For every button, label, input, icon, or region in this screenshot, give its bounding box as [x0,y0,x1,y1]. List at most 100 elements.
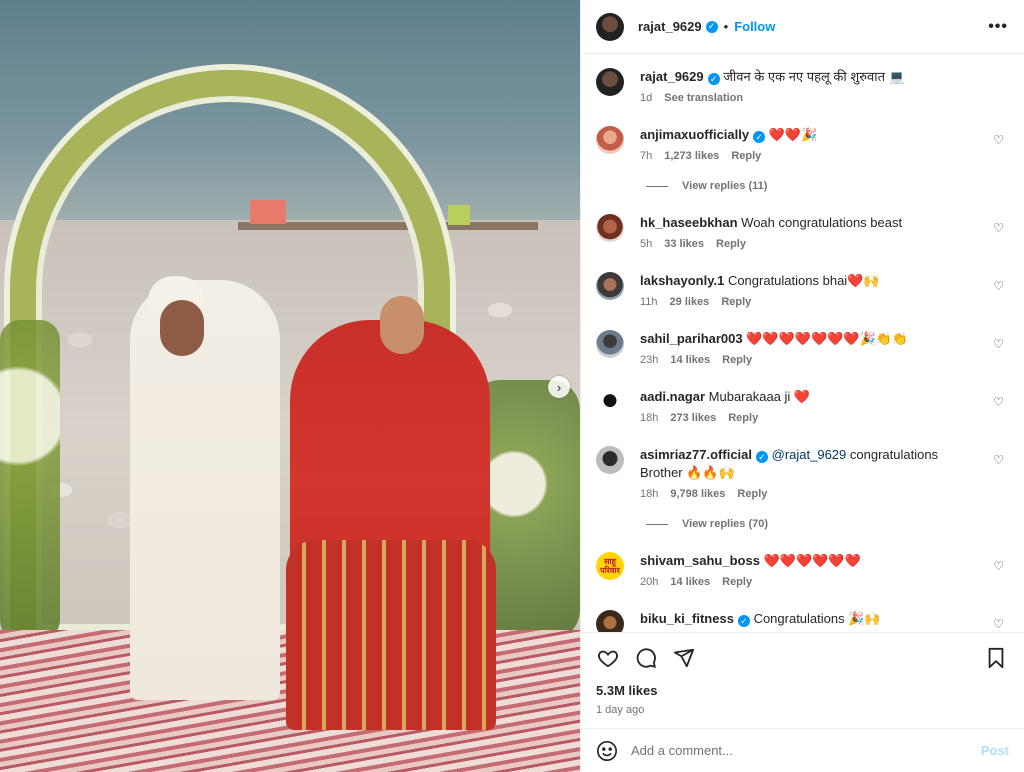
likes-count[interactable]: 5.3M likes [596,683,1008,698]
post-photo[interactable]: › [0,0,580,772]
photo-flowers [0,320,60,640]
comment-likes[interactable]: 29 likes [670,296,710,308]
heart-icon[interactable]: ♡ [993,279,1004,293]
comment-text: Woah congratulations beast [741,215,903,230]
photo-decor [448,205,470,225]
caption-text: जीवन के एक नए पहलू की शुरुवात 💻 [723,69,905,84]
comment-time: 5h [640,238,653,250]
comment-username[interactable]: hk_haseebkhan [640,215,738,230]
comment-text: ❤️❤️❤️❤️❤️❤️ [763,553,861,568]
heart-icon[interactable]: ♡ [993,395,1004,409]
post-comment-button[interactable]: Post [981,743,1009,758]
avatar[interactable] [596,330,624,358]
avatar[interactable] [596,272,624,300]
comment-time: 20h [640,576,659,588]
avatar[interactable] [596,446,624,474]
comments-list[interactable]: rajat_9629 ✓ जीवन के एक नए पहलू की शुरुवा… [581,54,1024,632]
comment: anjimaxuofficially ✓ ❤️❤️🎉 7h 1,273 likes… [596,126,1008,162]
avatar[interactable] [596,126,624,154]
verified-icon: ✓ [753,131,766,143]
comment: sahil_parihar003 ❤️❤️❤️❤️❤️❤️❤️🎉👏👏 23h 1… [596,330,1008,366]
verified-icon: ✓ [737,615,750,627]
share-icon[interactable] [672,646,696,670]
comment-likes[interactable]: 1,273 likes [664,150,719,162]
avatar[interactable] [596,610,624,632]
comment-time: 18h [640,488,659,500]
comment-likes[interactable]: 273 likes [670,412,716,424]
more-icon[interactable]: ••• [988,18,1008,36]
emoji-icon[interactable] [595,739,619,763]
verified-icon: ✓ [705,20,718,33]
photo-bride-lehenga [286,540,496,730]
comment-text: ❤️❤️🎉 [768,127,818,142]
comment: biku_ki_fitness ✓ Congratulations 🎉🙌 ♡ [596,610,1008,632]
comment-input[interactable] [631,743,981,758]
reply-button[interactable]: Reply [716,238,746,250]
reply-button[interactable]: Reply [737,488,767,500]
post-modal: › rajat_9629 ✓ • Follow ••• rajat_9629 ✓ … [0,0,1024,772]
comment-username[interactable]: shivam_sahu_boss [640,553,760,568]
photo-bride-head [380,296,424,354]
photo-groom [130,280,280,700]
view-replies-button[interactable]: View replies (70) [646,518,1008,530]
comment-text: Congratulations 🎉🙌 [753,611,881,626]
comment-likes[interactable]: 14 likes [670,576,710,588]
verified-icon: ✓ [707,73,720,85]
avatar[interactable] [596,214,624,242]
reply-button[interactable]: Reply [722,354,752,366]
comment: aadi.nagar Mubarakaaa ji ❤️ 18h 273 like… [596,388,1008,424]
comment: साहू परिवार shivam_sahu_boss ❤️❤️❤️❤️❤️❤… [596,552,1008,588]
comment-time: 18h [640,412,659,424]
heart-icon[interactable] [596,646,620,670]
next-photo-button[interactable]: › [548,376,570,398]
heart-icon[interactable]: ♡ [993,221,1004,235]
separator-dot: • [723,19,729,34]
heart-icon[interactable]: ♡ [993,559,1004,573]
comment-text: Congratulations bhai❤️🙌 [727,273,880,288]
avatar[interactable] [596,68,624,96]
comment-likes[interactable]: 33 likes [664,238,704,250]
header-username[interactable]: rajat_9629 [638,19,702,34]
reply-button[interactable]: Reply [722,576,752,588]
view-replies-button[interactable]: View replies (11) [646,180,1008,192]
reply-button[interactable]: Reply [728,412,758,424]
comment: hk_haseebkhan Woah congratulations beast… [596,214,1008,250]
comment-icon[interactable] [634,646,658,670]
caption-username[interactable]: rajat_9629 [640,69,704,84]
chevron-right-icon: › [556,379,562,395]
comment: lakshayonly.1 Congratulations bhai❤️🙌 11… [596,272,1008,308]
comment-username[interactable]: biku_ki_fitness [640,611,734,626]
comment-username[interactable]: asimriaz77.official [640,447,752,462]
post-header: rajat_9629 ✓ • Follow ••• [581,0,1024,54]
comment-username[interactable]: aadi.nagar [640,389,705,404]
comment-mention[interactable]: @rajat_9629 [772,447,847,462]
comment-likes[interactable]: 9,798 likes [670,488,725,500]
caption-time: 1d [640,92,653,104]
comment-text: Mubarakaaa ji ❤️ [708,389,811,404]
verified-icon: ✓ [756,451,768,463]
heart-icon[interactable]: ♡ [993,337,1004,351]
avatar[interactable]: साहू परिवार [596,552,624,580]
see-translation-link[interactable]: See translation [664,92,743,104]
follow-button[interactable]: Follow [734,19,775,34]
bookmark-icon[interactable] [984,646,1008,670]
comment-username[interactable]: lakshayonly.1 [640,273,724,288]
caption: rajat_9629 ✓ जीवन के एक नए पहलू की शुरुवा… [596,68,1008,104]
reply-button[interactable]: Reply [721,296,751,308]
comment-username[interactable]: sahil_parihar003 [640,331,743,346]
add-comment-bar: Post [581,728,1024,772]
comment-likes[interactable]: 14 likes [670,354,710,366]
avatar[interactable] [596,12,624,41]
avatar[interactable] [596,388,624,416]
post-sidebar: rajat_9629 ✓ • Follow ••• rajat_9629 ✓ जी… [580,0,1024,772]
comment-time: 7h [640,150,653,162]
heart-icon[interactable]: ♡ [993,133,1004,147]
comment-text: ❤️❤️❤️❤️❤️❤️❤️🎉👏👏 [746,331,909,346]
heart-icon[interactable]: ♡ [993,453,1004,467]
reply-button[interactable]: Reply [731,150,761,162]
comment-username[interactable]: anjimaxuofficially [640,127,749,142]
heart-icon[interactable]: ♡ [993,617,1004,631]
photo-groom-head [160,300,204,356]
comment: asimriaz77.official ✓ @rajat_9629 congrat… [596,446,1008,500]
post-time: 1 day ago [596,704,645,716]
